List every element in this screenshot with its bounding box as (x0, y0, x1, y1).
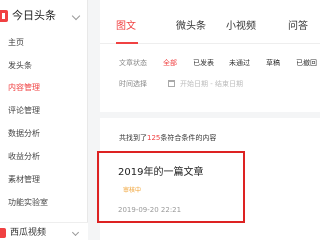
brand-name: 今日头条 (12, 9, 56, 22)
tab-micro-posts[interactable]: 微头条 (176, 20, 206, 34)
sidebar-item-revenue[interactable]: 收益分析 (8, 152, 40, 162)
article-card[interactable]: 2019年的一篇文章 审核中 2019-09-20 22:21 (97, 151, 245, 223)
tab-bar: 图文 微头条 小视频 问答 (100, 0, 320, 44)
filter-rejected[interactable]: 未通过 (229, 58, 250, 68)
sidebar-item-content-management[interactable]: 内容管理 (8, 83, 40, 93)
article-title[interactable]: 2019年的一篇文章 (118, 167, 203, 179)
result-count: 125 (147, 134, 161, 142)
sidebar-section-xigua[interactable]: 西瓜视频 (0, 222, 88, 240)
date-range-picker[interactable]: 开始日期 - 结束日期 (166, 78, 316, 90)
tab-articles[interactable]: 图文 (116, 20, 136, 34)
date-range-placeholder: 开始日期 - 结束日期 (180, 80, 243, 88)
time-filter-label: 时间选择 (119, 80, 147, 88)
section-divider (100, 112, 320, 118)
tab-qa[interactable]: 问答 (288, 20, 308, 34)
xigua-logo-icon (0, 228, 6, 238)
sidebar-brand[interactable]: 今日头条 (0, 8, 88, 24)
tab-short-videos[interactable]: 小视频 (226, 20, 256, 34)
sidebar-item-data-analysis[interactable]: 数据分析 (8, 129, 40, 139)
filter-published[interactable]: 已发表 (193, 58, 214, 68)
filter-withdrawn[interactable]: 已撤回 (296, 58, 317, 68)
toutiao-logo-icon (0, 10, 8, 22)
result-suffix: 条符合条件的内容 (160, 134, 217, 142)
sidebar-item-comments[interactable]: 评论管理 (8, 106, 40, 116)
article-status-badge: 审核中 (123, 187, 142, 194)
sidebar-item-lab[interactable]: 功能实验室 (8, 198, 48, 208)
section-title: 西瓜视频 (10, 228, 47, 238)
article-timestamp: 2019-09-20 22:21 (118, 206, 182, 214)
sidebar-item-post[interactable]: 发头条 (8, 61, 32, 71)
filter-draft[interactable]: 草稿 (266, 58, 280, 68)
result-prefix: 共找到了 (119, 134, 147, 142)
active-tab-indicator (116, 42, 138, 44)
sidebar: 今日头条 主页 发头条 内容管理 评论管理 数据分析 收益分析 素材管理 功能实… (0, 0, 88, 240)
sidebar-item-home[interactable]: 主页 (8, 38, 24, 48)
chevron-down-icon (71, 11, 81, 21)
result-summary: 共找到了125条符合条件的内容 (119, 133, 216, 143)
sidebar-item-materials[interactable]: 素材管理 (8, 175, 40, 185)
calendar-icon (168, 80, 175, 87)
content-panel: 图文 微头条 小视频 问答 文章状态 全部 已发表 未通过 草稿 已撤回 时间选… (97, 0, 320, 240)
chevron-down-icon (71, 228, 80, 237)
filter-all[interactable]: 全部 (163, 58, 177, 68)
status-filter-label: 文章状态 (119, 59, 147, 67)
